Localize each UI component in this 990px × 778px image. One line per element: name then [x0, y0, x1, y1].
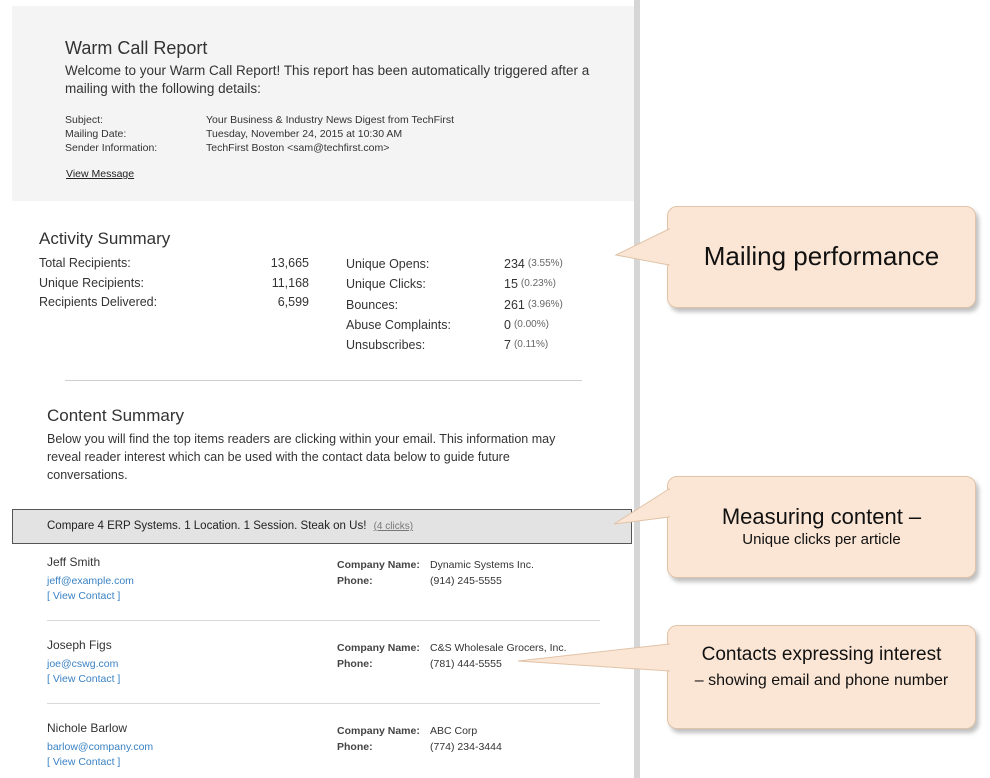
stat-percent: (3.55%)	[527, 258, 563, 269]
contact-card: Nichole Barlow barlow@company.com [ View…	[47, 721, 600, 768]
callout-text: Contacts expressing interest	[701, 644, 942, 665]
report-title: Warm Call Report	[65, 38, 208, 58]
contact-card: Joseph Figs joe@cswg.com [ View Contact …	[47, 638, 600, 704]
article-row[interactable]: Compare 4 ERP Systems. 1 Location. 1 Ses…	[12, 509, 632, 544]
activity-left-stats: Total Recipients: 13,665 Unique Recipien…	[39, 254, 309, 313]
stat-label: Abuse Complaints:	[346, 317, 451, 332]
stat-label: Unique Opens:	[346, 257, 430, 271]
callout-subtext: – showing email and phone number	[694, 672, 949, 689]
mailing-details: Subject: Your Business & Industry News D…	[65, 113, 454, 155]
callout-measuring-content: Measuring content – Unique clicks per ar…	[613, 476, 976, 578]
stat-label: Unsubscribes:	[346, 338, 426, 353]
company-label: Company Name:	[337, 559, 420, 571]
company-row: Company Name: ABC Corp	[337, 723, 502, 739]
callout-subtext: Unique clicks per article	[742, 531, 901, 548]
article-title: Compare 4 ERP Systems. 1 Location. 1 Ses…	[47, 520, 367, 532]
activity-summary-title: Activity Summary	[39, 229, 171, 248]
callout-mailing-performance: Mailing performance	[614, 206, 976, 308]
callout-contacts-interest: Contacts expressing interest – showing e…	[517, 625, 976, 729]
stat-percent: (0.23%)	[520, 278, 556, 290]
stat-row: Abuse Complaints: 0 (0.00%)	[346, 315, 563, 335]
contact-company-info: Company Name: C&S Wholesale Grocers, Inc…	[337, 640, 567, 672]
contact-separator	[47, 620, 600, 621]
stat-row: Total Recipients: 13,665	[39, 254, 309, 274]
stat-label: Unique Clicks:	[346, 277, 426, 292]
company-label: Company Name:	[337, 725, 420, 737]
stat-row: Unique Opens: 234 (3.55%)	[346, 254, 563, 274]
phone-row: Phone: (774) 234-3444	[337, 739, 502, 755]
callout-text: Measuring content –	[721, 504, 922, 529]
stat-row: Unique Recipients: 11,168	[39, 274, 309, 294]
detail-row: Subject: Your Business & Industry News D…	[65, 113, 454, 127]
stat-label: Recipients Delivered:	[39, 295, 158, 309]
stat-value: 234	[504, 257, 525, 271]
company-value: Dynamic Systems Inc.	[430, 559, 534, 571]
stat-value: 0	[504, 317, 511, 332]
contact-card: Jeff Smith jeff@example.com [ View Conta…	[47, 555, 600, 621]
stat-percent: (0.00%)	[513, 318, 549, 330]
contact-company-info: Company Name: Dynamic Systems Inc. Phone…	[337, 557, 534, 589]
frame-left	[0, 0, 12, 778]
detail-key: Subject:	[65, 114, 103, 126]
detail-row: Sender Information: TechFirst Boston <sa…	[65, 141, 454, 155]
activity-right-stats: Unique Opens: 234 (3.55%) Unique Clicks:…	[346, 254, 563, 355]
phone-label: Phone:	[337, 741, 373, 753]
callout-pointer	[517, 643, 671, 672]
stat-label: Unique Recipients:	[39, 275, 144, 290]
phone-value: (914) 245-5555	[430, 575, 502, 587]
stat-label: Total Recipients:	[39, 256, 131, 270]
phone-label: Phone:	[337, 575, 373, 587]
phone-label: Phone:	[337, 658, 373, 670]
detail-key: Sender Information:	[65, 142, 158, 154]
phone-value: (781) 444-5555	[430, 658, 502, 670]
content-summary-title: Content Summary	[47, 406, 184, 425]
article-clicks-link[interactable]: (4 clicks)	[374, 521, 413, 532]
detail-value: TechFirst Boston <sam@techfirst.com>	[206, 142, 390, 154]
detail-value: Your Business & Industry News Digest fro…	[206, 114, 455, 126]
report-header: Warm Call Report Welcome to your Warm Ca…	[12, 6, 634, 201]
company-value: C&S Wholesale Grocers, Inc.	[430, 642, 567, 654]
company-value: ABC Corp	[430, 725, 478, 737]
contact-name: Nichole Barlow	[47, 721, 128, 735]
stat-row: Recipients Delivered: 6,599	[39, 293, 309, 313]
contact-company-info: Company Name: ABC Corp Phone: (774) 234-…	[337, 723, 502, 755]
welcome-text: Welcome to your Warm Call Report! This r…	[65, 63, 590, 96]
stat-value: 261	[504, 297, 525, 312]
stat-percent: (0.11%)	[513, 339, 549, 351]
phone-row: Phone: (781) 444-5555	[337, 656, 567, 672]
section-divider	[65, 380, 582, 381]
stat-value: 6,599	[277, 295, 309, 309]
company-row: Company Name: Dynamic Systems Inc.	[337, 557, 534, 573]
stat-row: Unique Clicks: 15 (0.23%)	[346, 274, 563, 294]
article-text: Compare 4 ERP Systems. 1 Location. 1 Ses…	[47, 520, 413, 532]
view-contact-link[interactable]: [ View Contact ]	[47, 673, 600, 685]
view-contact-link[interactable]: [ View Contact ]	[47, 590, 600, 602]
stat-label: Bounces:	[346, 297, 399, 312]
company-row: Company Name: C&S Wholesale Grocers, Inc…	[337, 640, 567, 656]
company-label: Company Name:	[337, 642, 420, 654]
phone-value: (774) 234-3444	[430, 741, 502, 753]
callout-pointer	[614, 228, 671, 266]
stat-value: 7	[504, 338, 511, 353]
stat-row: Unsubscribes: 7 (0.11%)	[346, 335, 563, 355]
page: Warm Call Report Welcome to your Warm Ca…	[0, 0, 990, 778]
detail-value: Tuesday, November 24, 2015 at 10:30 AM	[206, 128, 403, 140]
contact-separator	[47, 703, 600, 704]
view-message-link[interactable]: View Message	[66, 168, 134, 180]
stat-value: 13,665	[270, 256, 309, 270]
callout-text: Mailing performance	[703, 241, 940, 271]
content-description: Below you will find the top items reader…	[47, 432, 556, 482]
stat-row: Bounces: 261 (3.96%)	[346, 295, 563, 315]
stat-percent: (3.96%)	[527, 298, 563, 310]
stat-value: 11,168	[271, 275, 309, 290]
detail-row: Mailing Date: Tuesday, November 24, 2015…	[65, 127, 454, 141]
phone-row: Phone: (914) 245-5555	[337, 573, 534, 589]
detail-key: Mailing Date:	[65, 128, 127, 140]
callout-pointer	[613, 488, 671, 525]
contact-email-link[interactable]: barlow@company.com	[47, 741, 600, 753]
view-contact-link[interactable]: [ View Contact ]	[47, 756, 600, 768]
stat-value: 15	[504, 277, 518, 292]
